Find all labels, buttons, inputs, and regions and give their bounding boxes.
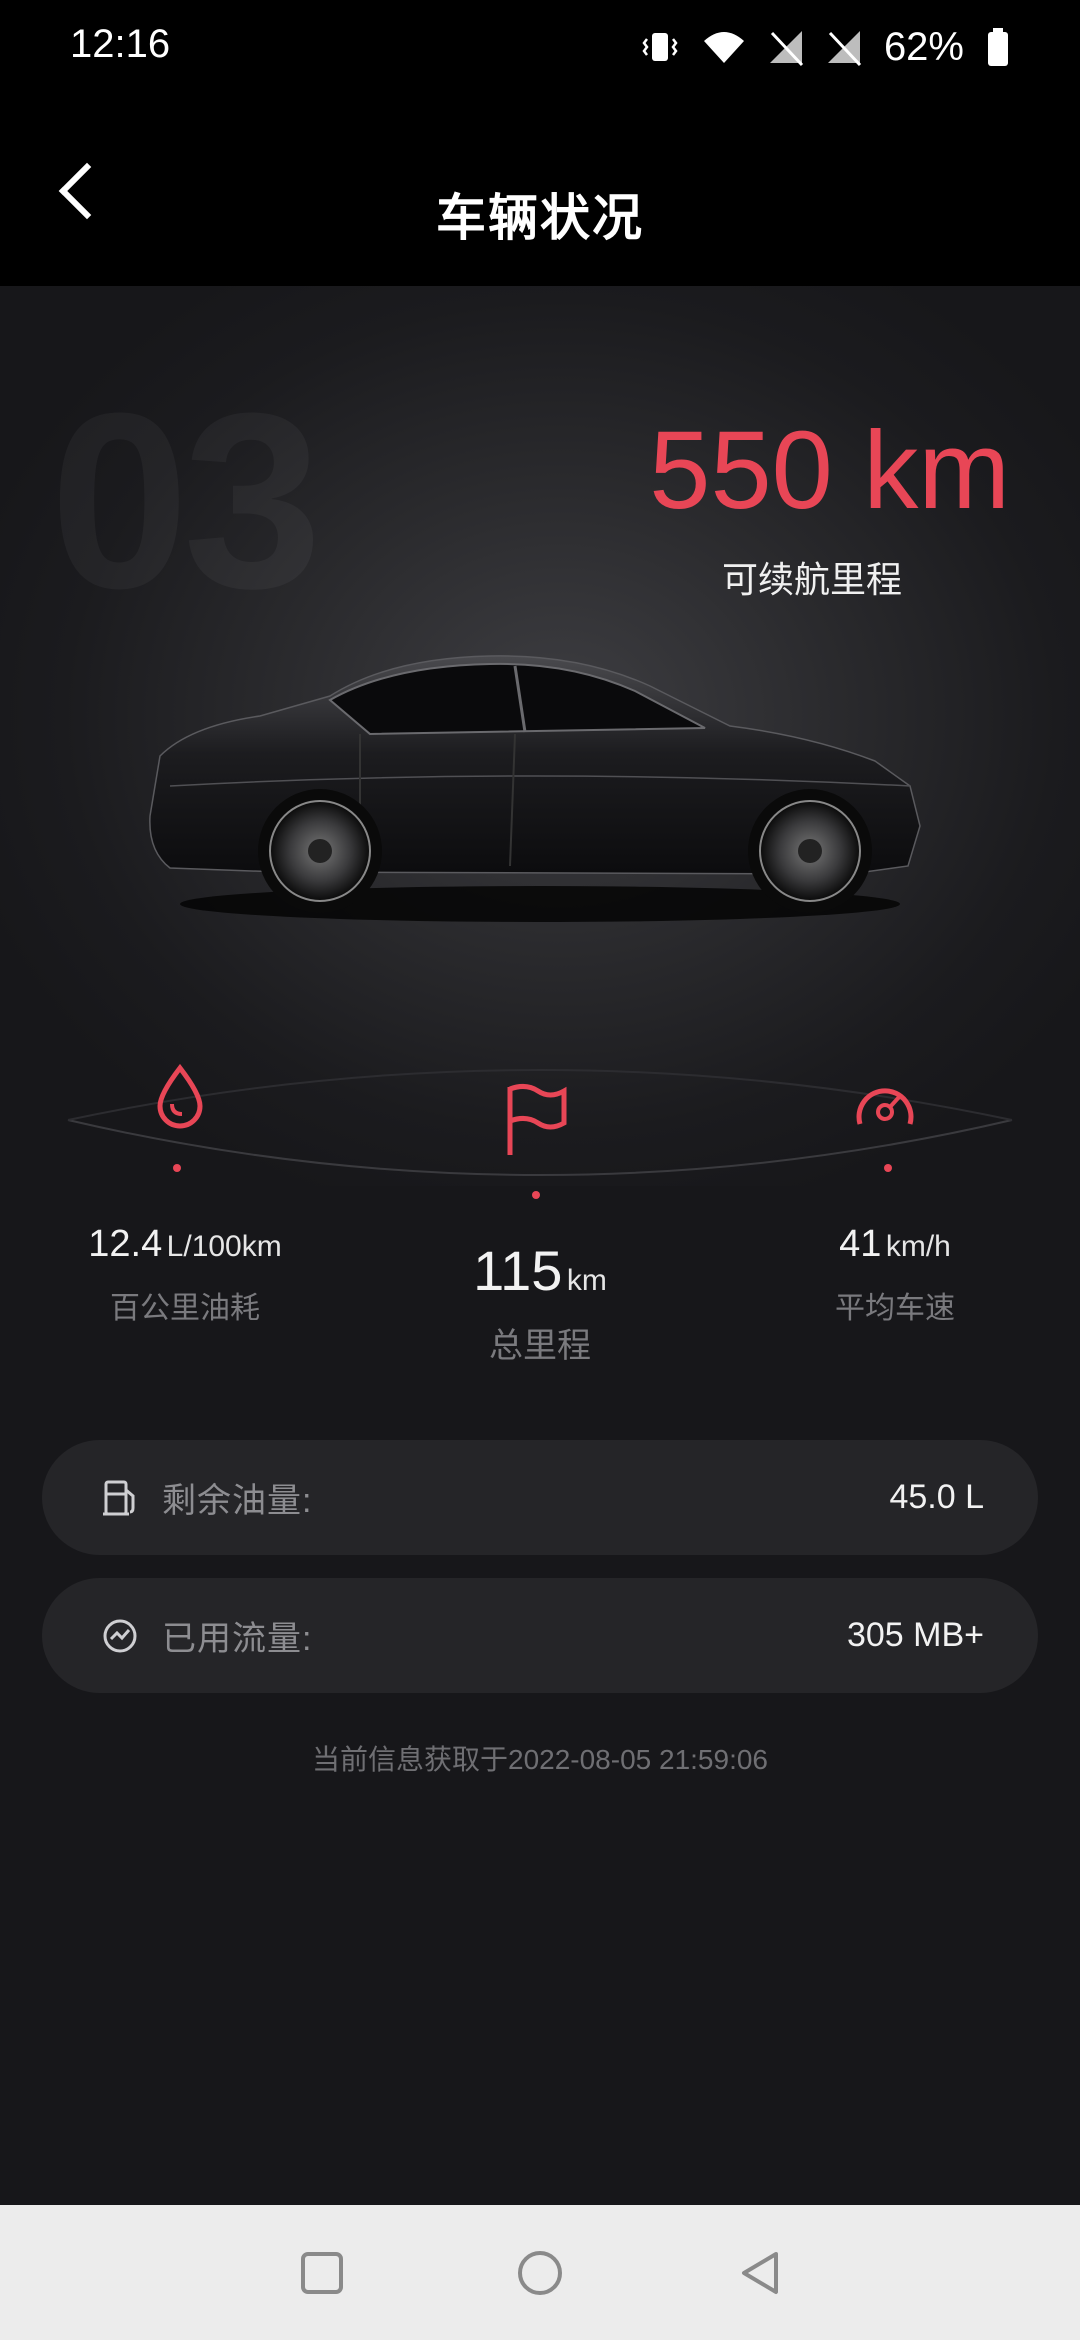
fuel-remaining-value: 45.0 L bbox=[889, 1478, 984, 1516]
page-title: 车辆状况 bbox=[436, 190, 644, 246]
data-usage-value: 305 MB+ bbox=[846, 1616, 984, 1654]
status-icons: 62% bbox=[640, 22, 1010, 72]
droplet-icon bbox=[157, 1064, 203, 1129]
fuel-consumption-icon-wrap bbox=[147, 1064, 213, 1130]
total-mileage-icon-wrap bbox=[500, 1080, 572, 1160]
fuel-pump-icon bbox=[103, 1480, 135, 1515]
wifi-icon bbox=[703, 32, 744, 63]
avg-speed-unit: km/h bbox=[885, 1230, 951, 1263]
speedometer-icon bbox=[856, 1088, 914, 1125]
fuel-consumption-value: 12.4 L/100km bbox=[40, 1223, 330, 1266]
data-usage-icon-wrap bbox=[94, 1610, 146, 1662]
data-usage-icon bbox=[103, 1619, 137, 1652]
data-usage-card: 已用流量: 305 MB+ bbox=[42, 1578, 1038, 1693]
fuel-consumption-label: 百公里油耗 bbox=[110, 1292, 260, 1325]
total-mileage-number: 115 bbox=[473, 1239, 563, 1302]
range-label: 可续航里程 bbox=[721, 559, 902, 600]
header: 车辆状况 bbox=[0, 96, 1080, 286]
avg-speed-label: 平均车速 bbox=[835, 1292, 955, 1325]
total-mileage-value: 115 km bbox=[390, 1238, 690, 1303]
flag-icon bbox=[507, 1083, 567, 1155]
no-signal-icon bbox=[769, 31, 804, 67]
back-nav-button[interactable] bbox=[728, 2241, 792, 2305]
update-timestamp: 当前信息获取于2022-08-05 21:59:06 bbox=[312, 1744, 768, 1775]
status-bar: 12:16 62% bbox=[0, 0, 1080, 96]
vibrate-icon bbox=[642, 33, 678, 61]
battery-icon bbox=[988, 28, 1008, 66]
range-value: 550 km bbox=[649, 409, 1010, 532]
fuel-remaining-label: 剩余油量: bbox=[162, 1482, 313, 1520]
circle-icon bbox=[518, 2251, 562, 2295]
model-badge-watermark: 03 bbox=[50, 376, 322, 626]
avg-speed-value: 41 km/h bbox=[750, 1223, 1040, 1266]
fuel-consumption-unit: L/100km bbox=[166, 1230, 282, 1263]
home-button[interactable] bbox=[508, 2241, 572, 2305]
avg-speed-icon-wrap bbox=[850, 1076, 920, 1136]
recents-button[interactable] bbox=[290, 2241, 354, 2305]
battery-percentage: 62% bbox=[883, 24, 964, 69]
avg-speed-number: 41 bbox=[839, 1223, 882, 1265]
fuel-pump-icon-wrap bbox=[94, 1472, 146, 1524]
fuel-consumption-number: 12.4 bbox=[88, 1223, 163, 1265]
total-mileage-unit: km bbox=[566, 1264, 607, 1297]
data-usage-label: 已用流量: bbox=[162, 1620, 313, 1658]
total-mileage-label: 总里程 bbox=[489, 1327, 591, 1365]
square-icon bbox=[301, 2252, 343, 2294]
triangle-back-icon bbox=[742, 2252, 778, 2294]
status-time: 12:16 bbox=[70, 22, 171, 66]
no-signal-icon bbox=[827, 31, 862, 67]
fuel-remaining-card: 剩余油量: 45.0 L bbox=[42, 1440, 1038, 1555]
system-nav-bar bbox=[0, 2205, 1080, 2340]
car-image bbox=[149, 655, 921, 922]
